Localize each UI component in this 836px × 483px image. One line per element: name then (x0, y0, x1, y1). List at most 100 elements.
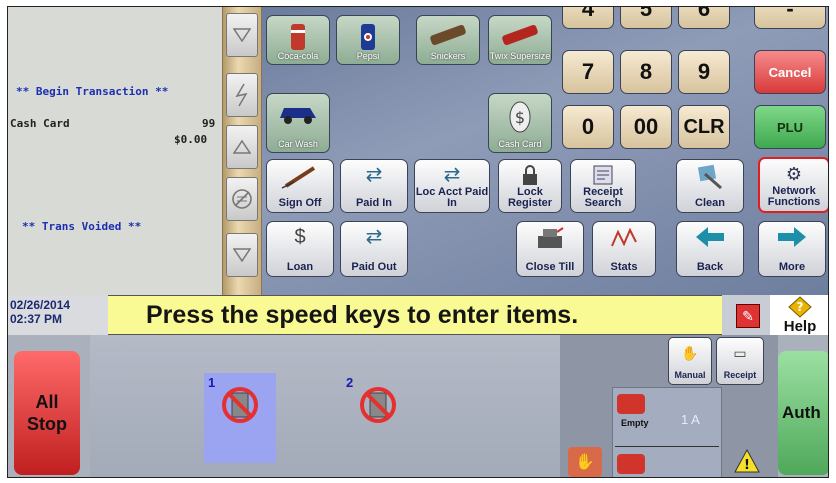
back-button[interactable]: Back (676, 221, 744, 277)
manual-icon: ✋ (681, 345, 699, 361)
function-key-label: Sign Off (278, 197, 322, 209)
warning-icon[interactable]: ! (732, 447, 762, 475)
fuel-panel: All Stop 1 2 ✋ Manual ▭ Receipt Empty 1 … (8, 335, 828, 477)
empty-label: Empty (621, 418, 649, 428)
close-till-button[interactable]: Close Till (516, 221, 584, 277)
message-alert-icon[interactable]: ✎ (736, 304, 760, 328)
pump-2[interactable]: 2 (342, 373, 414, 463)
scroll-up-button[interactable] (226, 125, 258, 169)
paid-in-icon: ⇄ (365, 164, 383, 186)
void-item-button[interactable] (226, 73, 258, 117)
lock-register-button[interactable]: Lock Register (498, 159, 562, 213)
paid-out-button[interactable]: ⇄ Paid Out (340, 221, 408, 277)
speed-key-car-wash[interactable]: Car Wash (266, 93, 330, 153)
paid-out-icon: ⇄ (365, 226, 383, 248)
stats-button[interactable]: Stats (592, 221, 656, 277)
numpad-key-4[interactable]: 4 (562, 7, 614, 29)
plu-button[interactable]: PLU (754, 105, 826, 149)
scroll-down-button[interactable] (226, 13, 258, 57)
speed-key-area: Coca-cola Pepsi Snickers Twix Supersize … (262, 7, 828, 295)
divider (615, 446, 719, 447)
numpad-key-8[interactable]: 8 (620, 50, 672, 94)
time-text: 02:37 PM (10, 312, 63, 326)
help-label: Help (783, 317, 817, 335)
pump-stopped-icon (360, 387, 396, 423)
triangle-down-icon (233, 28, 251, 42)
receipt-item-name: Cash Card (10, 117, 70, 130)
more-button[interactable]: More (758, 221, 826, 277)
date-time-display: 02/26/2014 02:37 PM (8, 295, 108, 335)
receipt-print-button[interactable]: ▭ Receipt (716, 337, 764, 385)
auth-button[interactable]: Auth (778, 351, 828, 475)
speed-key-label: Car Wash (278, 139, 318, 149)
numpad-key-0[interactable]: 0 (562, 105, 614, 149)
numpad-key-00[interactable]: 00 (620, 105, 672, 149)
speed-key-snickers[interactable]: Snickers (416, 15, 480, 65)
network-functions-button[interactable]: ⚙ Network Functions (758, 157, 828, 213)
function-key-label: Paid Out (351, 261, 397, 273)
soda-can-icon (291, 24, 305, 50)
svg-text:!: ! (744, 458, 750, 473)
fuel-status-panel: Empty 1 A (612, 387, 722, 477)
function-key-label: Loc Acct Paid In (415, 186, 489, 209)
loc-acct-paid-in-button[interactable]: ⇄ Loc Acct Paid In (414, 159, 490, 213)
function-key-label: Receipt Search (583, 186, 623, 209)
numpad-key-7[interactable]: 7 (562, 50, 614, 94)
speed-key-coca-cola[interactable]: Coca-cola (266, 15, 330, 65)
numpad-key-clr[interactable]: CLR (678, 105, 730, 149)
all-stop-button[interactable]: All Stop (14, 351, 80, 475)
broom-icon (697, 164, 722, 190)
receipt-print-label: Receipt (723, 370, 757, 380)
speed-key-pepsi[interactable]: Pepsi (336, 15, 400, 65)
help-button[interactable]: ? Help (770, 295, 828, 335)
sign-off-button[interactable]: Sign Off (266, 159, 334, 213)
speed-key-label: Twix Supersize (489, 51, 551, 61)
pepsi-can-icon (361, 24, 375, 50)
numpad-key-9[interactable]: 9 (678, 50, 730, 94)
no-sale-button[interactable] (226, 177, 258, 221)
register-icon (538, 227, 564, 248)
receipt-scroll-column (222, 7, 262, 295)
function-key-label: Lock Register (507, 186, 553, 209)
network-icon: ⚙ (785, 164, 803, 184)
car-icon (280, 108, 316, 124)
receipt-panel: ** Begin Transaction ** Cash Card 99 $0.… (8, 7, 230, 295)
cancel-button[interactable]: Cancel (754, 50, 826, 94)
manual-button[interactable]: ✋ Manual (668, 337, 712, 385)
prompt-message: Press the speed keys to enter items. (146, 301, 579, 329)
speed-key-label: Snickers (430, 51, 466, 61)
function-key-label: Back (696, 261, 724, 273)
numpad-key-5[interactable]: 5 (620, 7, 672, 29)
receipt-item-qty: 99 (202, 117, 216, 130)
receipt-icon (593, 165, 613, 185)
no-sale-icon (232, 189, 252, 209)
pump-number: 1 (208, 375, 216, 390)
triangle-down-icon (233, 248, 251, 262)
speed-key-twix[interactable]: Twix Supersize (488, 15, 552, 65)
function-key-label: Loan (286, 261, 314, 273)
pos-screen: ** Begin Transaction ** Cash Card 99 $0.… (7, 6, 829, 478)
chart-icon (611, 227, 637, 247)
receipt-search-button[interactable]: Receipt Search (570, 159, 636, 213)
candy-bar-icon (430, 24, 466, 46)
numpad-key-6[interactable]: 6 (678, 7, 730, 29)
lightning-icon (235, 83, 248, 107)
arrow-right-icon (778, 227, 806, 247)
loan-button[interactable]: $ Loan (266, 221, 334, 277)
pump-number: 2 (346, 375, 354, 390)
speed-key-cash-card[interactable]: $ Cash Card (488, 93, 552, 153)
manual-label: Manual (674, 370, 706, 380)
pen-icon (281, 166, 316, 189)
stop-hand-icon[interactable]: ✋ (568, 447, 602, 477)
pump-area (90, 335, 560, 477)
clean-button[interactable]: Clean (676, 159, 744, 213)
receipt-begin-line: ** Begin Transaction ** (16, 85, 169, 98)
numpad-key-minus[interactable]: - (754, 7, 826, 29)
paid-in-button[interactable]: ⇄ Paid In (340, 159, 408, 213)
receipt-voided-line: ** Trans Voided ** (22, 220, 142, 233)
scroll-bottom-button[interactable] (226, 233, 258, 277)
pump-1[interactable]: 1 (204, 373, 276, 463)
car-icon (617, 454, 645, 474)
printer-icon: ▭ (733, 345, 747, 361)
receipt-item-amount: $0.00 (174, 133, 208, 146)
